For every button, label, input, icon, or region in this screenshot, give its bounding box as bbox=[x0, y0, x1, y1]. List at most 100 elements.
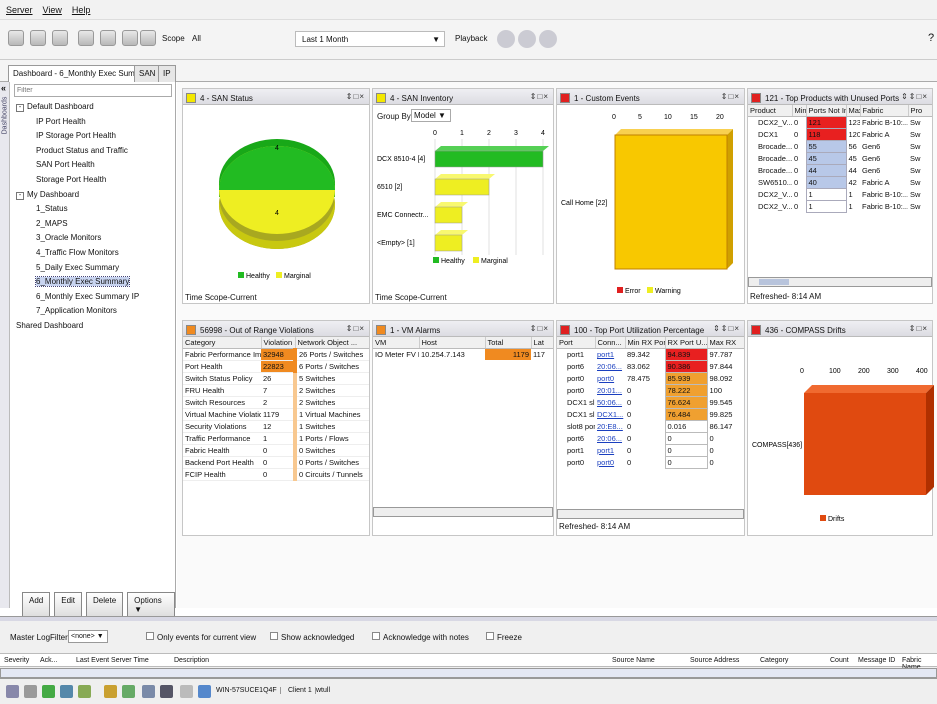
column-header[interactable]: Pro bbox=[908, 105, 932, 117]
panel-controls[interactable]: ⇕⇕□× bbox=[901, 92, 928, 101]
tree-item[interactable]: 6_Monthly Exec Summary IP bbox=[36, 292, 139, 301]
table-row[interactable]: Fabric Health 0 0 Switches bbox=[183, 444, 369, 457]
table-row[interactable]: Traffic Performance 1 1 Ports / Flows bbox=[183, 432, 369, 445]
tree-item[interactable]: SAN Port Health bbox=[36, 160, 95, 169]
table-row[interactable]: Fabric Performance Impact3294826 Ports /… bbox=[183, 348, 369, 361]
alert-icon[interactable] bbox=[122, 685, 135, 698]
log-column-header[interactable]: Source Address bbox=[690, 657, 739, 664]
log-column-header[interactable]: Category bbox=[760, 657, 788, 664]
column-header[interactable]: Total bbox=[485, 337, 532, 349]
column-header[interactable]: Host bbox=[419, 337, 486, 349]
tree-item[interactable]: IP Storage Port Health bbox=[36, 131, 116, 140]
horizontal-scrollbar[interactable] bbox=[373, 507, 553, 517]
log-column-header[interactable]: Ack... bbox=[40, 657, 58, 664]
column-header[interactable]: Fabric bbox=[860, 105, 909, 117]
column-header[interactable]: Min bbox=[792, 105, 807, 117]
tree-item[interactable]: 3_Oracle Monitors bbox=[36, 233, 101, 242]
table-row[interactable]: port0 20:01... 0 78.222 100 bbox=[557, 384, 744, 397]
splitter[interactable] bbox=[0, 617, 937, 621]
table-row[interactable]: port1 port1 89.342 94.839 97.787 bbox=[557, 348, 744, 361]
server-icon[interactable] bbox=[142, 685, 155, 698]
table-row[interactable]: DCX1 sl...DCX1...0 76.48499.825 bbox=[557, 408, 744, 421]
filter-icon[interactable] bbox=[180, 685, 193, 698]
collapse-icon[interactable]: « bbox=[1, 83, 6, 93]
menu-help[interactable]: Help bbox=[72, 5, 91, 15]
tree-item[interactable]: Product Status and Traffic bbox=[36, 146, 128, 155]
edit-button[interactable]: Edit bbox=[54, 592, 83, 618]
panel-controls[interactable]: ⇕⇕□× bbox=[713, 324, 740, 333]
tree-item[interactable]: 1_Status bbox=[36, 204, 68, 213]
table-row[interactable]: DCX1 0 118 120 Fabric A Sw bbox=[748, 128, 932, 141]
tree-item[interactable]: 2_MAPS bbox=[36, 219, 68, 228]
tree-item[interactable]: 5_Daily Exec Summary bbox=[36, 263, 119, 272]
user-icon[interactable] bbox=[198, 685, 211, 698]
tree-item[interactable]: 7_Application Monitors bbox=[36, 306, 117, 315]
log-column-header[interactable]: Last Event Server Time bbox=[76, 657, 149, 664]
tab-ip[interactable]: IP bbox=[158, 65, 176, 82]
table-row[interactable]: SW6510... 0 40 42 Fabric A Sw bbox=[748, 176, 932, 189]
dashboards-strip[interactable]: Dashboards bbox=[0, 82, 10, 608]
camera-icon[interactable] bbox=[160, 685, 173, 698]
checkbox-freeze[interactable] bbox=[486, 632, 494, 640]
column-header[interactable]: Ports Not In ... bbox=[806, 105, 847, 117]
table-row[interactable]: Switch Status Policy 26 5 Switches bbox=[183, 372, 369, 385]
scope-select[interactable]: All bbox=[190, 32, 310, 46]
table-row[interactable]: port0 port0 0 0 0 bbox=[557, 456, 744, 469]
tree-item[interactable]: - Default Dashboard bbox=[16, 102, 94, 112]
log-column-header[interactable]: Source Name bbox=[612, 657, 655, 664]
topology-icon[interactable] bbox=[100, 30, 116, 46]
column-header[interactable]: Port bbox=[557, 337, 596, 349]
host-icon[interactable] bbox=[60, 685, 73, 698]
checkbox-show-ack[interactable] bbox=[270, 632, 278, 640]
table-row[interactable]: DCX2_V... 0 1 1 Fabric B-10:... Sw bbox=[748, 188, 932, 201]
table-row[interactable]: port6 20:06... 0 0 0 bbox=[557, 432, 744, 445]
column-header[interactable]: Product bbox=[748, 105, 793, 117]
panel-controls[interactable]: ⇕□× bbox=[909, 324, 928, 333]
table-row[interactable]: Virtual Machine Violations11791 Virtual … bbox=[183, 408, 369, 421]
log-column-header[interactable]: Count bbox=[830, 657, 849, 664]
delete-button[interactable]: Delete bbox=[86, 592, 124, 618]
print-icon[interactable] bbox=[78, 30, 94, 46]
rewind-icon[interactable] bbox=[497, 30, 515, 48]
grid-icon[interactable] bbox=[140, 30, 156, 46]
column-header[interactable]: Violation ... bbox=[261, 337, 296, 349]
chart-icon[interactable] bbox=[52, 30, 68, 46]
filter-input[interactable] bbox=[14, 84, 172, 97]
table-row[interactable]: DCX1 sl...50:06... 0 76.62499.545 bbox=[557, 396, 744, 409]
tree-item[interactable]: 6_Monthly Exec Summary bbox=[34, 276, 131, 288]
panel-controls[interactable]: ⇕□× bbox=[530, 324, 549, 333]
forward-icon[interactable] bbox=[539, 30, 557, 48]
table-row[interactable]: port0 port0 78.475 85.939 98.092 bbox=[557, 372, 744, 385]
table-row[interactable]: Security Violations 12 1 Switches bbox=[183, 420, 369, 433]
table-row[interactable]: DCX2_V... 0 121 123 Fabric B-10:... Sw bbox=[748, 116, 932, 129]
status-icon[interactable] bbox=[42, 685, 55, 698]
panel-controls[interactable]: ⇕□× bbox=[530, 92, 549, 101]
checkbox-ack-notes[interactable] bbox=[372, 632, 380, 640]
network-icon[interactable] bbox=[6, 685, 19, 698]
expand-icon[interactable]: - bbox=[16, 104, 24, 112]
tree-item[interactable]: - My Dashboard bbox=[16, 190, 79, 200]
help-icon[interactable]: ? bbox=[928, 32, 934, 44]
event-icon[interactable] bbox=[104, 685, 117, 698]
tree-item[interactable]: Shared Dashboard bbox=[16, 321, 83, 330]
tree-item[interactable]: 4_Traffic Flow Monitors bbox=[36, 248, 119, 257]
switch-icon[interactable] bbox=[78, 685, 91, 698]
horizontal-scrollbar[interactable] bbox=[557, 509, 744, 519]
table-row[interactable]: Port Health 22823 6 Ports / Switches bbox=[183, 360, 369, 373]
table-row[interactable]: FCIP Health 0 0 Circuits / Tunnels bbox=[183, 468, 369, 481]
options-button[interactable]: Options ▼ bbox=[127, 592, 175, 618]
table-row[interactable]: Backend Port Health 0 0 Ports / Switches bbox=[183, 456, 369, 469]
column-header[interactable]: Lat bbox=[531, 337, 553, 349]
users-icon[interactable] bbox=[30, 30, 46, 46]
table-row[interactable]: port1 port1 0 0 0 bbox=[557, 444, 744, 457]
column-header[interactable]: RX Port U... bbox=[665, 337, 708, 349]
tab-san[interactable]: SAN bbox=[134, 65, 161, 82]
log-column-header[interactable]: Severity bbox=[4, 657, 29, 664]
table-row[interactable]: Brocade... 0 55 56 Gen6 Sw bbox=[748, 140, 932, 153]
window-icon[interactable] bbox=[122, 30, 138, 46]
panel-controls[interactable]: ⇕□× bbox=[346, 324, 365, 333]
menu-view[interactable]: View bbox=[43, 5, 62, 15]
table-row[interactable]: Brocade... 0 44 44 Gen6 Sw bbox=[748, 164, 932, 177]
column-header[interactable]: VM bbox=[373, 337, 420, 349]
tree-item[interactable]: IP Port Health bbox=[36, 117, 86, 126]
